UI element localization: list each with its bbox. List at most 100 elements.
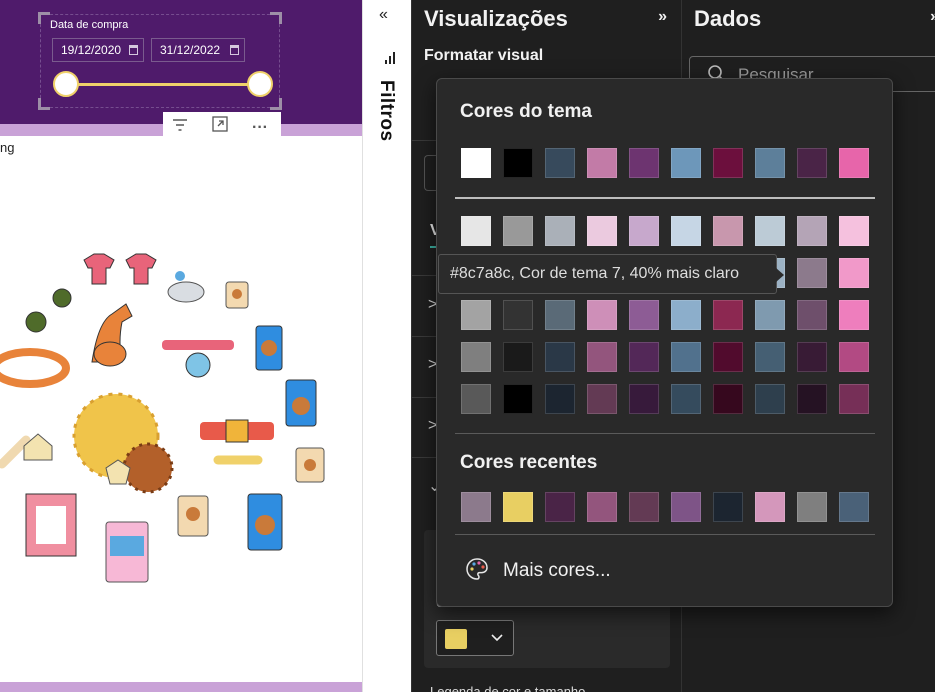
resize-handle[interactable] xyxy=(270,12,282,24)
shade-color-swatch[interactable] xyxy=(671,342,701,372)
shade-color-swatch[interactable] xyxy=(713,342,743,372)
shade-color-swatch[interactable] xyxy=(671,216,701,246)
shade-color-swatch[interactable] xyxy=(755,300,785,330)
shade-color-swatch[interactable] xyxy=(587,384,617,414)
shade-color-swatch[interactable] xyxy=(503,342,533,372)
shade-color-swatch[interactable] xyxy=(545,342,575,372)
theme-color-swatch[interactable] xyxy=(713,148,743,178)
shade-color-swatch[interactable] xyxy=(839,342,869,372)
shade-color-swatch[interactable] xyxy=(755,216,785,246)
shade-color-swatch[interactable] xyxy=(713,300,743,330)
theme-color-swatch[interactable] xyxy=(587,148,617,178)
shade-color-swatch[interactable] xyxy=(671,384,701,414)
shade-color-swatch[interactable] xyxy=(461,216,491,246)
theme-color-swatch[interactable] xyxy=(797,148,827,178)
theme-color-swatch[interactable] xyxy=(839,148,869,178)
shade-color-swatch[interactable] xyxy=(797,258,827,288)
focus-mode-icon[interactable] xyxy=(207,116,233,140)
shade-color-swatch[interactable] xyxy=(755,342,785,372)
recent-color-swatch[interactable] xyxy=(755,492,785,522)
collapse-visualizations-button[interactable]: » xyxy=(658,8,667,26)
shade-color-swatch[interactable] xyxy=(587,300,617,330)
color-tooltip: #8c7a8c, Cor de tema 7, 40% mais claro xyxy=(438,254,784,294)
filters-pane-collapsed: « Filtros xyxy=(362,0,411,692)
shade-color-swatch[interactable] xyxy=(839,384,869,414)
theme-colors-heading: Cores do tema xyxy=(460,101,592,122)
recent-color-swatch[interactable] xyxy=(587,492,617,522)
end-date-input[interactable]: 31/12/2022 xyxy=(151,38,245,62)
range-start-handle[interactable] xyxy=(53,71,79,97)
recent-color-swatch[interactable] xyxy=(713,492,743,522)
recent-color-swatch[interactable] xyxy=(671,492,701,522)
theme-color-swatch[interactable] xyxy=(671,148,701,178)
recent-color-swatch[interactable] xyxy=(629,492,659,522)
range-end-handle[interactable] xyxy=(247,71,273,97)
resize-handle[interactable] xyxy=(270,98,282,110)
shade-color-swatch[interactable] xyxy=(797,342,827,372)
shade-color-swatch[interactable] xyxy=(503,300,533,330)
shade-color-swatch[interactable] xyxy=(839,300,869,330)
more-options-button[interactable]: ··· xyxy=(247,116,273,140)
theme-color-swatch[interactable] xyxy=(755,148,785,178)
calendar-icon[interactable] xyxy=(230,45,239,55)
recent-color-swatch[interactable] xyxy=(839,492,869,522)
recent-color-swatch[interactable] xyxy=(461,492,491,522)
shade-color-swatch[interactable] xyxy=(797,300,827,330)
shade-color-swatch[interactable] xyxy=(713,384,743,414)
shade-color-swatch[interactable] xyxy=(839,216,869,246)
theme-color-swatch[interactable] xyxy=(503,148,533,178)
expand-filters-button[interactable]: « xyxy=(379,6,388,24)
shade-color-swatch[interactable] xyxy=(545,216,575,246)
tooltip-pointer xyxy=(776,268,784,282)
format-visual-heading: Formatar visual xyxy=(424,47,544,64)
palette-icon xyxy=(465,557,489,581)
truncated-visual-title: ng xyxy=(0,140,15,155)
start-date-value: 19/12/2020 xyxy=(61,43,122,57)
recent-color-swatch[interactable] xyxy=(797,492,827,522)
mouse-toy-icon xyxy=(167,271,205,303)
food-bag-icon xyxy=(285,379,317,427)
shade-color-swatch[interactable] xyxy=(503,216,533,246)
shirt-icon xyxy=(83,253,115,285)
shade-color-swatch[interactable] xyxy=(587,342,617,372)
calendar-icon[interactable] xyxy=(129,45,138,55)
recent-color-swatch[interactable] xyxy=(545,492,575,522)
shade-color-swatch[interactable] xyxy=(545,300,575,330)
shade-color-swatch[interactable] xyxy=(629,384,659,414)
color-picker-button[interactable] xyxy=(436,620,514,656)
collapse-data-button[interactable]: » xyxy=(930,8,935,26)
shade-color-swatch[interactable] xyxy=(629,342,659,372)
start-date-input[interactable]: 19/12/2020 xyxy=(52,38,144,62)
resize-handle[interactable] xyxy=(38,12,50,24)
theme-color-swatch[interactable] xyxy=(461,148,491,178)
date-slicer[interactable]: Data de compra 19/12/2020 31/12/2022 xyxy=(38,12,282,110)
filter-icon[interactable] xyxy=(167,116,193,140)
pet-sweater-icon xyxy=(25,288,72,333)
visual-header-toolbar: ··· xyxy=(163,112,281,144)
shade-color-swatch[interactable] xyxy=(629,300,659,330)
shade-color-swatch[interactable] xyxy=(587,216,617,246)
shade-color-swatch[interactable] xyxy=(503,384,533,414)
shade-color-swatch[interactable] xyxy=(755,384,785,414)
food-bag-icon xyxy=(295,447,325,483)
next-section-label[interactable]: Legenda de cor e tamanho xyxy=(430,684,585,692)
shade-color-swatch[interactable] xyxy=(629,216,659,246)
filters-label[interactable]: Filtros xyxy=(375,80,397,142)
range-slider-track[interactable] xyxy=(66,83,260,86)
recent-color-swatch[interactable] xyxy=(503,492,533,522)
shade-color-swatch[interactable] xyxy=(461,300,491,330)
section-divider xyxy=(455,433,875,434)
food-bag-icon xyxy=(177,495,209,537)
theme-color-swatch[interactable] xyxy=(545,148,575,178)
resize-handle[interactable] xyxy=(38,98,50,110)
shade-color-swatch[interactable] xyxy=(797,216,827,246)
shade-color-swatch[interactable] xyxy=(545,384,575,414)
shade-color-swatch[interactable] xyxy=(461,342,491,372)
shade-color-swatch[interactable] xyxy=(797,384,827,414)
shade-color-swatch[interactable] xyxy=(713,216,743,246)
report-canvas[interactable]: Data de compra 19/12/2020 31/12/2022 ···… xyxy=(0,0,362,692)
shade-color-swatch[interactable] xyxy=(839,258,869,288)
shade-color-swatch[interactable] xyxy=(671,300,701,330)
shade-color-swatch[interactable] xyxy=(461,384,491,414)
theme-color-swatch[interactable] xyxy=(629,148,659,178)
